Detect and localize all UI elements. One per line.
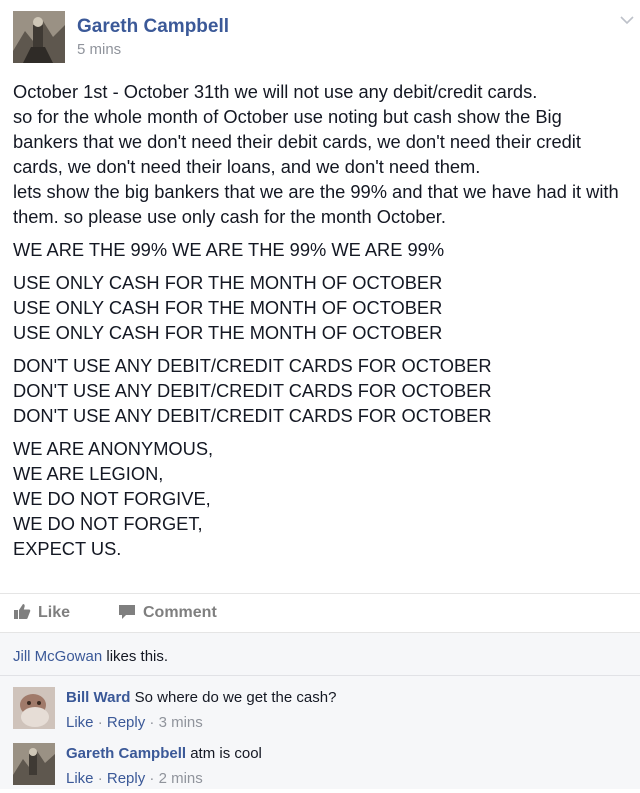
post-actions: Like Comment xyxy=(0,594,640,632)
post-timestamp[interactable]: 5 mins xyxy=(77,41,121,58)
like-button[interactable]: Like xyxy=(13,603,70,622)
comment-meta: Like · Reply · 3 mins xyxy=(66,714,203,731)
comment-like-link[interactable]: Like xyxy=(66,770,94,787)
divider xyxy=(0,675,640,676)
commenter-avatar[interactable] xyxy=(13,743,55,785)
comment-author[interactable]: Bill Ward xyxy=(66,689,130,706)
author-avatar[interactable] xyxy=(13,11,65,63)
post-paragraph: WE ARE THE 99% WE ARE THE 99% WE ARE 99% xyxy=(13,239,445,260)
comment-button[interactable]: Comment xyxy=(118,603,217,622)
meta-separator: · xyxy=(93,714,107,731)
comment-like-link[interactable]: Like xyxy=(66,714,94,731)
post-paragraph: WE ARE ANONYMOUS, WE ARE LEGION, WE DO N… xyxy=(13,438,214,559)
comment-time[interactable]: 3 mins xyxy=(159,714,203,731)
comment-item: Gareth Campbell atm is cool Like · Reply… xyxy=(13,743,633,793)
comment-text-line: Gareth Campbell atm is cool xyxy=(66,745,262,762)
post-author-name[interactable]: Gareth Campbell xyxy=(77,16,229,38)
meta-separator: · xyxy=(93,770,107,787)
comment-item: Bill Ward So where do we get the cash? L… xyxy=(13,687,633,737)
comments-area: Jill McGowan likes this. Bill Ward So wh… xyxy=(0,633,640,789)
comment-text: So where do we get the cash? xyxy=(134,689,337,706)
like-label: Like xyxy=(38,604,71,621)
chevron-down-icon[interactable] xyxy=(619,12,635,28)
comment-text-line: Bill Ward So where do we get the cash? xyxy=(66,689,336,706)
comment-meta: Like · Reply · 2 mins xyxy=(66,770,203,787)
meta-separator: · xyxy=(145,770,159,787)
likes-text: likes this. xyxy=(102,648,169,665)
post-body: October 1st - October 31th we will not u… xyxy=(13,79,629,569)
commenter-avatar[interactable] xyxy=(13,687,55,729)
comment-reply-link[interactable]: Reply xyxy=(107,770,145,787)
post-paragraph: USE ONLY CASH FOR THE MONTH OF OCTOBER U… xyxy=(13,272,443,343)
comment-reply-link[interactable]: Reply xyxy=(107,714,145,731)
likes-summary: Jill McGowan likes this. xyxy=(13,648,168,665)
comment-time[interactable]: 2 mins xyxy=(159,770,203,787)
thumbs-up-icon xyxy=(14,604,31,619)
liker-name[interactable]: Jill McGowan xyxy=(13,648,102,665)
comment-text: atm is cool xyxy=(190,745,262,762)
comment-author[interactable]: Gareth Campbell xyxy=(66,745,186,762)
comment-label: Comment xyxy=(143,604,217,621)
post-paragraph: DON'T USE ANY DEBIT/CREDIT CARDS FOR OCT… xyxy=(13,355,492,426)
post-paragraph: October 1st - October 31th we will not u… xyxy=(13,81,619,227)
meta-separator: · xyxy=(145,714,159,731)
comment-bubble-icon xyxy=(119,605,135,619)
